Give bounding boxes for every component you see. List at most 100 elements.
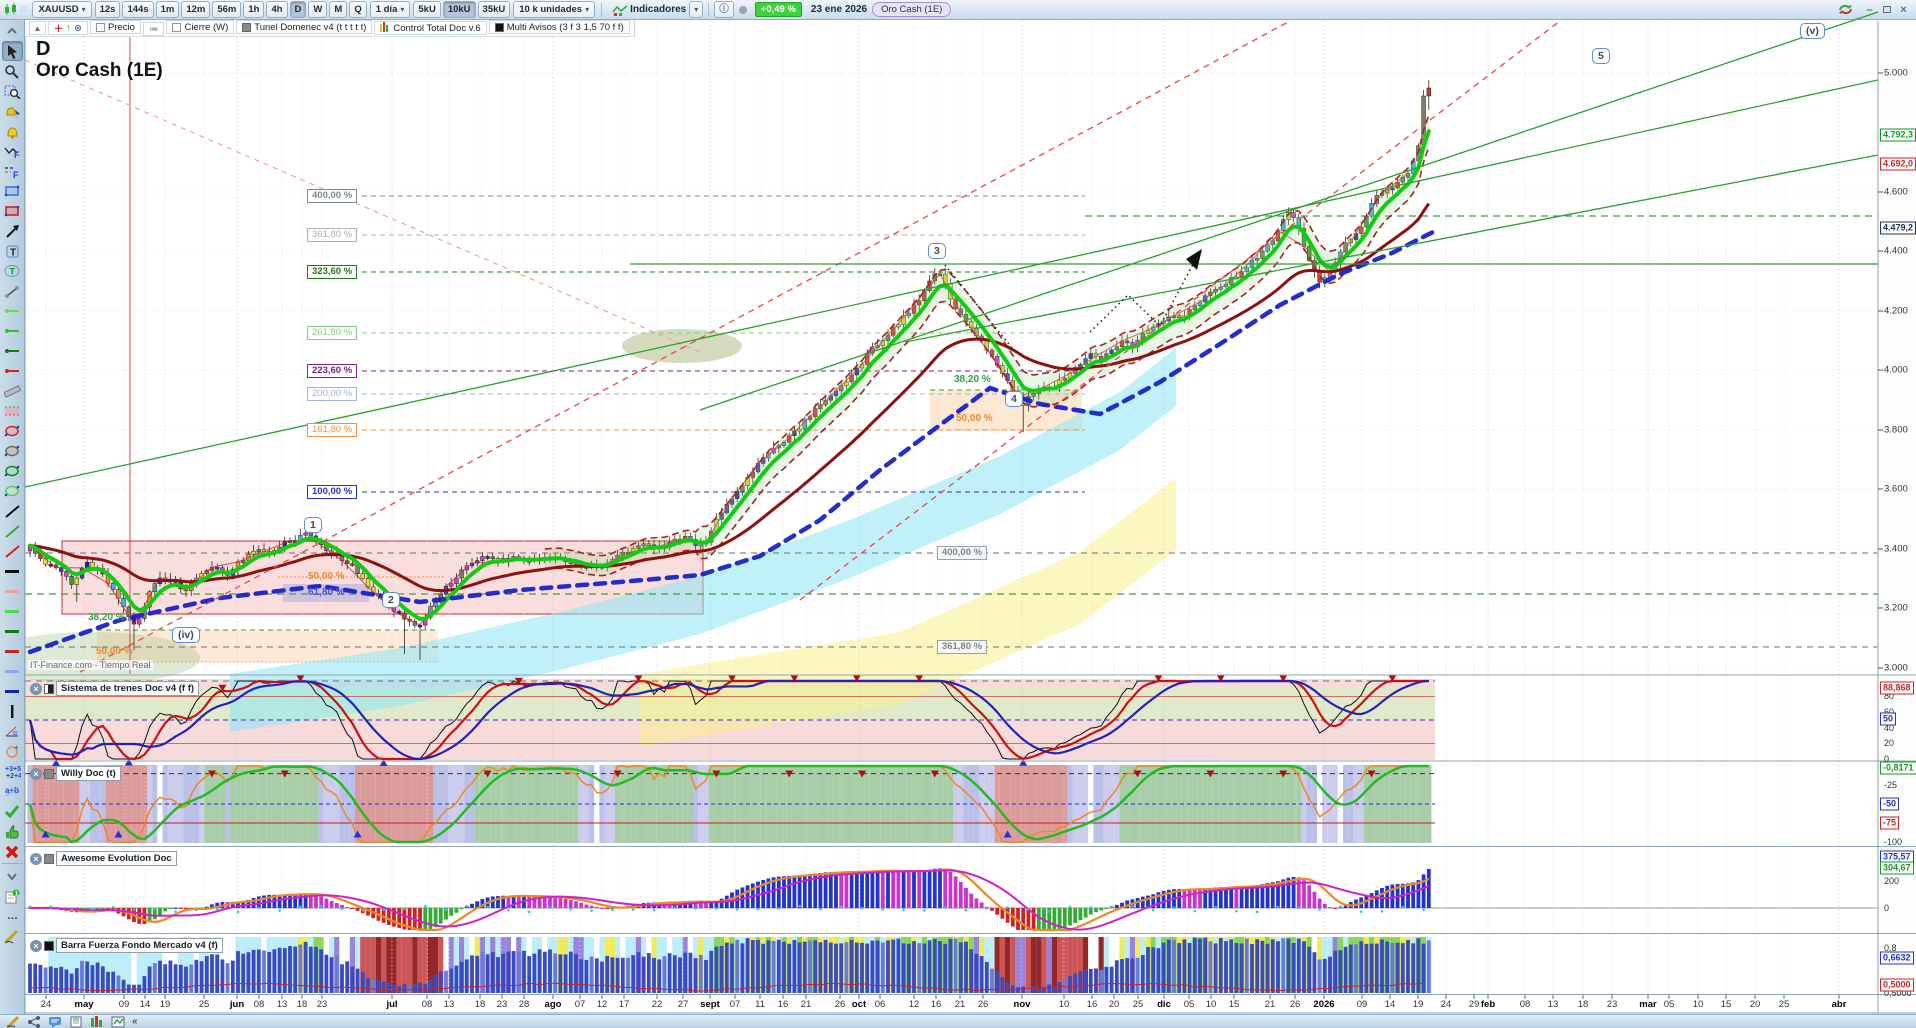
orders-icon[interactable]: 1: [2, 886, 23, 906]
fib-tool[interactable]: F: [2, 141, 23, 161]
svg-text:+2+4: +2+4: [6, 773, 21, 779]
alarm-tool[interactable]: [2, 121, 23, 141]
hline-lightgreen-tool[interactable]: [2, 301, 23, 321]
zoom-tool[interactable]: [2, 61, 23, 81]
channel-tool[interactable]: [2, 401, 23, 421]
panel-chip-icon: [44, 683, 54, 694]
chart-stage[interactable]: [0, 0, 1916, 1028]
buy-arrow-icon[interactable]: ↑: [66, 23, 71, 34]
chevron-up-icon[interactable]: [2, 21, 23, 41]
sell-arrow-icon[interactable]: ＋: [54, 21, 64, 35]
panel-chip-icon: [44, 768, 54, 779]
svg-text:+3+5: +3+5: [5, 766, 21, 773]
values-tool[interactable]: +3+5 +2+4: [2, 761, 23, 781]
svg-text:+: +: [14, 744, 19, 752]
svg-text:F: F: [14, 150, 20, 159]
panel-close-button[interactable]: ×: [30, 852, 42, 865]
hline-green-tool[interactable]: [2, 321, 23, 341]
thumbsup-tool[interactable]: [2, 821, 23, 841]
angle-tool[interactable]: α: [2, 721, 23, 741]
hline-lightblue-tool[interactable]: [2, 661, 23, 681]
panel-header-2[interactable]: × Awesome Evolution Doc: [30, 851, 177, 866]
hline-pink-tool[interactable]: [2, 581, 23, 601]
svg-text:T: T: [10, 247, 16, 258]
panel-header-1[interactable]: × Willy Doc (t): [30, 766, 121, 781]
ruler-tool[interactable]: [2, 381, 23, 401]
hline-reddot-tool[interactable]: [2, 361, 23, 381]
check-tool[interactable]: [2, 801, 23, 821]
fib-levels-tool[interactable]: F: [2, 161, 23, 181]
hline-darkgreen-tool[interactable]: [2, 341, 23, 361]
panel-title[interactable]: Sistema de trenes Doc v4 (f f): [56, 681, 200, 696]
chat-icon[interactable]: [48, 1016, 63, 1028]
ellipse-green-tool[interactable]: [2, 461, 23, 481]
circle-plus-tool[interactable]: +: [2, 741, 23, 761]
svg-text:α: α: [13, 730, 17, 737]
ab-tool[interactable]: a+b: [2, 781, 23, 801]
trading-platform-window: ⁞⁞ XAUUSD ▾ 12s 144s 1m 12m 56m 1h 4h D W M Q 1 día…: [0, 0, 1916, 1028]
legend-collapse-button[interactable]: ▴: [29, 21, 46, 35]
pointer-tool[interactable]: [1, 41, 23, 61]
clear-icon[interactable]: ⊗: [74, 23, 82, 34]
hline-forest-tool[interactable]: [2, 621, 23, 641]
ellipse-red-tool[interactable]: [2, 421, 23, 441]
checkbox-icon[interactable]: [96, 22, 106, 32]
panel-title[interactable]: Awesome Evolution Doc: [56, 851, 177, 866]
panel-close-button[interactable]: ×: [30, 939, 42, 952]
panel-chip-icon: [44, 940, 54, 951]
hline-navy-tool[interactable]: [2, 681, 23, 701]
legend-action-buttons[interactable]: ＋ ↑ ⊗: [47, 21, 89, 35]
svg-text:F: F: [13, 170, 19, 179]
line-red-tool[interactable]: [2, 541, 23, 561]
levels-icon[interactable]: [90, 1015, 105, 1028]
ellipse-gray-tool[interactable]: [2, 441, 23, 461]
arrow-tool[interactable]: [2, 221, 23, 241]
legend-item-control-total-doc-v-6[interactable]: Control Total Doc v.6: [374, 21, 487, 35]
panel-title[interactable]: Willy Doc (t): [56, 766, 121, 781]
note-tool[interactable]: T: [2, 261, 23, 281]
sidebar-divider: [1, 863, 23, 864]
line-black-tool[interactable]: [2, 501, 23, 521]
signature-icon[interactable]: [2, 926, 23, 946]
color-chip-icon: [242, 22, 252, 32]
color-chip-icon: [494, 22, 504, 32]
list-icon[interactable]: ≔: [149, 24, 159, 35]
delete-tool[interactable]: [2, 841, 23, 861]
signature-icon[interactable]: [6, 1015, 21, 1028]
legend-item-cierre-w-[interactable]: Cierre (W): [166, 20, 235, 34]
news-icon[interactable]: [69, 1016, 84, 1028]
legend-item-list[interactable]: ≔: [142, 22, 165, 36]
line-green-tool[interactable]: [2, 521, 23, 541]
panel-header-3[interactable]: × Barra Fuerza Fondo Mercado v4 (f): [30, 938, 223, 953]
hline-black-tool[interactable]: [2, 561, 23, 581]
legend-item-multi-avisos-3-f-3-1-5-70-f-f-[interactable]: Multi Avisos (3 f 3 1,5 70 f f): [488, 20, 630, 34]
panel-close-button[interactable]: ×: [30, 682, 42, 695]
chart-legend-bar: ▴ ＋ ↑ ⊗ Precio ≔ Cierre (W) Tunel Domenec v…: [25, 20, 635, 37]
vline-tool[interactable]: [2, 701, 23, 721]
svg-text:…: …: [7, 910, 18, 922]
panel-title[interactable]: Barra Fuerza Fondo Mercado v4 (f): [56, 938, 223, 953]
svg-text:1: 1: [14, 890, 18, 897]
alarm-pointer-tool[interactable]: [2, 101, 23, 121]
zoom-area-tool[interactable]: [2, 81, 23, 101]
ellipse-lightgreen-tool[interactable]: [2, 481, 23, 501]
legend-item-precio[interactable]: Precio: [90, 20, 141, 34]
more-icon[interactable]: …: [2, 906, 23, 926]
rect-blue-tool[interactable]: [2, 181, 23, 201]
checkbox-icon[interactable]: [172, 22, 182, 32]
chevron-down-icon[interactable]: [2, 866, 23, 886]
share-icon[interactable]: [27, 1015, 42, 1028]
chart-window-icon[interactable]: [111, 1016, 126, 1028]
rect-red-tool[interactable]: [2, 201, 23, 221]
bars-chip-icon: [380, 21, 390, 35]
hline-brightgreen-tool[interactable]: [2, 601, 23, 621]
svg-text:T: T: [9, 266, 15, 276]
text-tool[interactable]: T: [2, 241, 23, 261]
drawing-toolbar: F F T Tα + +3+5 +2+4 a+b 1…: [0, 20, 25, 1014]
segment-tool[interactable]: [2, 281, 23, 301]
collapse-left-icon[interactable]: «: [132, 1016, 138, 1028]
panel-header-0[interactable]: × Sistema de trenes Doc v4 (f f): [30, 681, 200, 696]
hline-red-tool[interactable]: [2, 641, 23, 661]
legend-item-tunel-domenec-v4-t-t-t-t-t-[interactable]: Tunel Domenec v4 (t t t t t): [236, 20, 373, 34]
panel-close-button[interactable]: ×: [30, 767, 42, 780]
